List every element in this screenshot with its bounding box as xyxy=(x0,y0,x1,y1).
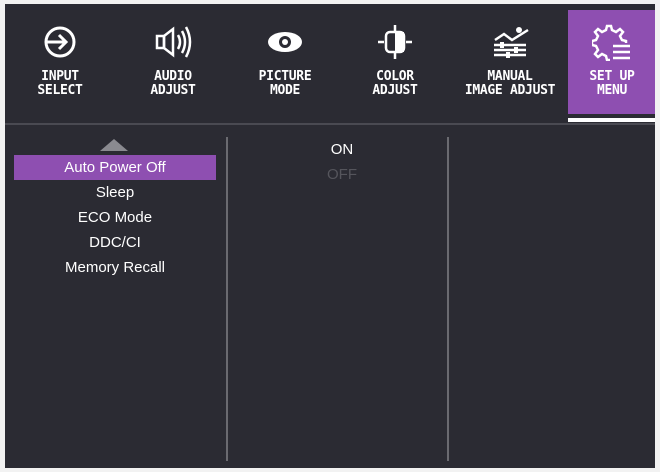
tab-color-adjust[interactable]: Color Adjust xyxy=(345,10,445,114)
column-divider xyxy=(226,137,228,461)
options-list: ON OFF xyxy=(237,137,447,187)
menu-item-sleep[interactable]: Sleep xyxy=(14,180,216,205)
menu-item-auto-power-off[interactable]: Auto Power Off xyxy=(14,155,216,180)
tab-picture-mode[interactable]: Picture Mode xyxy=(235,10,335,114)
tab-input-select[interactable]: Input Select xyxy=(10,10,110,114)
setup-menu-list: Auto Power Off Sleep ECO Mode DDC/CI Mem… xyxy=(14,155,216,280)
tab-label: Picture Mode xyxy=(258,69,312,98)
gear-menu-icon xyxy=(587,22,637,62)
tab-label: Color Adjust xyxy=(372,69,418,98)
menu-item-ddc-ci[interactable]: DDC/CI xyxy=(14,230,216,255)
option-off[interactable]: OFF xyxy=(237,162,447,187)
tab-label: Audio Adjust xyxy=(150,69,196,98)
tab-audio-adjust[interactable]: Audio Adjust xyxy=(123,10,223,114)
menu-item-eco-mode[interactable]: ECO Mode xyxy=(14,205,216,230)
color-icon xyxy=(370,22,420,62)
tab-setup-menu[interactable]: Set Up Menu xyxy=(568,10,655,114)
tab-label: Set Up Menu xyxy=(589,69,635,98)
image-adjust-icon xyxy=(485,22,535,62)
tab-manual-image-adjust[interactable]: Manual Image Adjust xyxy=(455,10,565,114)
input-icon xyxy=(35,22,85,62)
osd-menu: Input Select Audio Adjust xyxy=(5,4,655,468)
column-divider xyxy=(447,137,449,461)
speaker-icon xyxy=(148,22,198,62)
menu-item-memory-recall[interactable]: Memory Recall xyxy=(14,255,216,280)
tab-label: Manual Image Adjust xyxy=(464,69,556,98)
header-divider xyxy=(5,123,655,125)
category-tab-bar: Input Select Audio Adjust xyxy=(5,4,655,122)
tab-label: Input Select xyxy=(37,69,83,98)
eye-icon xyxy=(260,22,310,62)
scroll-up-arrow-icon[interactable] xyxy=(100,139,128,151)
active-tab-indicator xyxy=(568,118,655,122)
option-on[interactable]: ON xyxy=(237,137,447,162)
